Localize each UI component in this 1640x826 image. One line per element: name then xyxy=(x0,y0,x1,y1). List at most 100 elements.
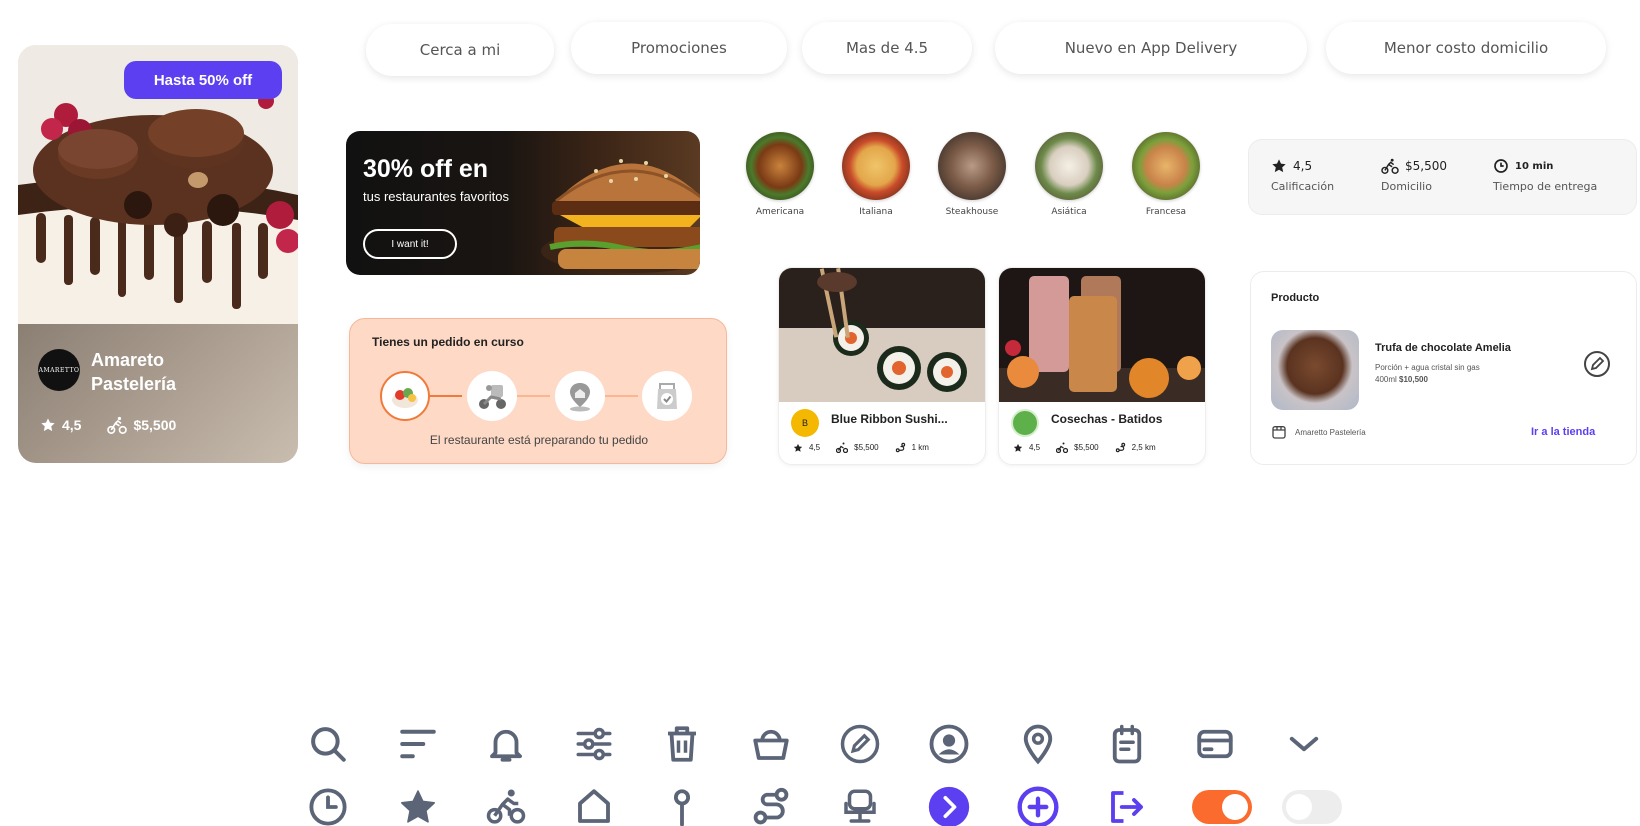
restaurant-image xyxy=(779,268,985,402)
rating-value: 4,5 xyxy=(1029,443,1041,452)
restaurant-card[interactable]: B Blue Ribbon Sushi... 4,5 $5,500 1 km xyxy=(778,267,986,465)
chip-label: Promociones xyxy=(631,39,727,57)
cyclist-icon[interactable] xyxy=(484,785,528,826)
restaurant-stats: 4,5 $5,500 2,5 km xyxy=(1013,442,1156,453)
stat-label: Calificación xyxy=(1271,180,1335,193)
discount-badge: Hasta 50% off xyxy=(124,61,282,99)
delivery-value: $5,500 xyxy=(854,443,879,452)
rating-value: 4,5 xyxy=(62,417,82,433)
clock-icon[interactable] xyxy=(306,785,350,826)
notepad-icon[interactable] xyxy=(1105,722,1149,766)
stat-label: Domicilio xyxy=(1381,180,1432,193)
pin-icon[interactable] xyxy=(660,785,704,826)
category-asian[interactable]: Asiática xyxy=(1029,132,1109,217)
bell-icon[interactable] xyxy=(484,722,528,766)
restaurant-name: Cosechas - Batidos xyxy=(1051,412,1163,426)
store-rating: 4,5 xyxy=(40,417,81,433)
sort-icon[interactable] xyxy=(396,722,440,766)
go-to-store-link[interactable]: Ir a la tienda xyxy=(1531,426,1595,438)
user-circle-icon[interactable] xyxy=(927,722,971,766)
distance-value: 1 km xyxy=(911,443,929,452)
step-delivery-icon xyxy=(467,371,517,421)
rating-value: 4,5 xyxy=(809,443,821,452)
product-store-name: Amaretto Pastelería xyxy=(1295,427,1366,437)
filter-chip-low-fee[interactable]: Menor costo domicilio xyxy=(1326,22,1606,74)
product-price: $10,500 xyxy=(1399,375,1428,384)
step-done-icon xyxy=(642,371,692,421)
star-icon xyxy=(1272,159,1286,173)
category-french[interactable]: Francesa xyxy=(1126,132,1206,217)
category-label: Asiática xyxy=(1051,207,1087,217)
toggle-switch-off[interactable] xyxy=(1282,790,1342,824)
chip-label: Cerca a mi xyxy=(419,41,501,59)
star-icon[interactable] xyxy=(396,785,440,826)
search-icon[interactable] xyxy=(306,722,350,766)
home-icon[interactable] xyxy=(572,785,616,826)
order-in-progress-card[interactable]: Tienes un pedido en curso El restaurante… xyxy=(349,318,727,464)
store-stats: 4,5 $5,500 xyxy=(40,416,176,434)
banner-cta-button[interactable]: I want it! xyxy=(363,229,457,259)
restaurant-image xyxy=(999,268,1205,402)
category-image xyxy=(746,132,814,200)
card-icon[interactable] xyxy=(1193,722,1237,766)
product-name: Trufa de chocolate Amelia xyxy=(1375,342,1511,354)
logout-icon[interactable] xyxy=(1105,785,1149,826)
chip-label: Mas de 4.5 xyxy=(845,39,929,57)
category-label: Francesa xyxy=(1145,207,1187,217)
store-stats-card: 4,5 Calificación $5,500 Domicilio 10 min… xyxy=(1248,139,1637,215)
trash-icon[interactable] xyxy=(660,722,704,766)
toggle-switch-on[interactable] xyxy=(1192,790,1252,824)
step-location-icon xyxy=(555,371,605,421)
promo-banner[interactable]: 30% off en tus restaurantes favoritos I … xyxy=(346,131,700,275)
product-desc-line: Porción + agua cristal sin gas xyxy=(1375,363,1480,372)
route-icon xyxy=(1115,442,1125,453)
stat-delivery: $5,500 Domicilio xyxy=(1381,158,1447,193)
filter-chip-rating[interactable]: Mas de 4.5 xyxy=(802,22,972,74)
edit-circle-icon[interactable] xyxy=(838,722,882,766)
stat-value: $5,500 xyxy=(1405,159,1447,173)
category-image xyxy=(1132,132,1200,200)
add-circle-icon[interactable] xyxy=(1016,785,1060,826)
store-info-panel: AMARETTO Amareto Pastelería 4,5 $5,500 xyxy=(18,324,298,463)
clock-icon xyxy=(1494,159,1508,173)
product-header: Producto xyxy=(1271,292,1320,304)
restaurant-card[interactable]: Cosechas - Batidos 4,5 $5,500 2,5 km xyxy=(998,267,1206,465)
next-circle-icon[interactable] xyxy=(927,785,971,826)
order-title: Tienes un pedido en curso xyxy=(372,335,524,349)
store-delivery: $5,500 xyxy=(107,416,176,434)
banner-title: 30% off en xyxy=(363,155,489,183)
location-pin-icon[interactable] xyxy=(1016,722,1060,766)
banner-subtitle: tus restaurantes favoritos xyxy=(363,189,509,204)
basket-icon[interactable] xyxy=(749,722,793,766)
category-american[interactable]: Americana xyxy=(740,132,820,217)
step-preparing-icon xyxy=(380,371,430,421)
category-label: Americana xyxy=(755,207,805,217)
chair-icon[interactable] xyxy=(838,785,882,826)
stat-label: Tiempo de entrega xyxy=(1493,180,1598,193)
edit-icon[interactable] xyxy=(1583,350,1611,378)
category-label: Italiana xyxy=(859,207,893,217)
restaurant-logo xyxy=(1011,409,1039,437)
filter-sliders-icon[interactable] xyxy=(572,722,616,766)
filter-chip-new[interactable]: Nuevo en App Delivery xyxy=(995,22,1307,74)
cyclist-icon xyxy=(836,442,849,453)
category-image xyxy=(842,132,910,200)
star-icon xyxy=(41,418,55,432)
promo-store-card[interactable]: Hasta 50% off AMARETTO Amareto Pastelerí… xyxy=(18,45,298,463)
stat-time: 10 min Tiempo de entrega xyxy=(1493,158,1597,193)
filter-chip-promotions[interactable]: Promociones xyxy=(571,22,787,74)
restaurant-name: Blue Ribbon Sushi... xyxy=(831,412,948,426)
order-status-text: El restaurante está preparando tu pedido xyxy=(429,433,649,447)
stat-value: 4,5 xyxy=(1293,159,1313,173)
product-card: Producto Trufa de chocolate Amelia Porci… xyxy=(1250,271,1637,465)
restaurant-logo: B xyxy=(791,409,819,437)
filter-chip-near-me[interactable]: Cerca a mi xyxy=(366,24,554,76)
category-steakhouse[interactable]: Steakhouse xyxy=(932,132,1012,217)
category-italian[interactable]: Italiana xyxy=(836,132,916,217)
product-store: Amaretto Pastelería xyxy=(1271,424,1366,440)
chevron-down-icon[interactable] xyxy=(1282,722,1326,766)
route-icon[interactable] xyxy=(749,785,793,826)
star-icon xyxy=(1013,443,1023,452)
stat-rating: 4,5 Calificación xyxy=(1271,158,1334,193)
category-label: Steakhouse xyxy=(945,207,999,217)
